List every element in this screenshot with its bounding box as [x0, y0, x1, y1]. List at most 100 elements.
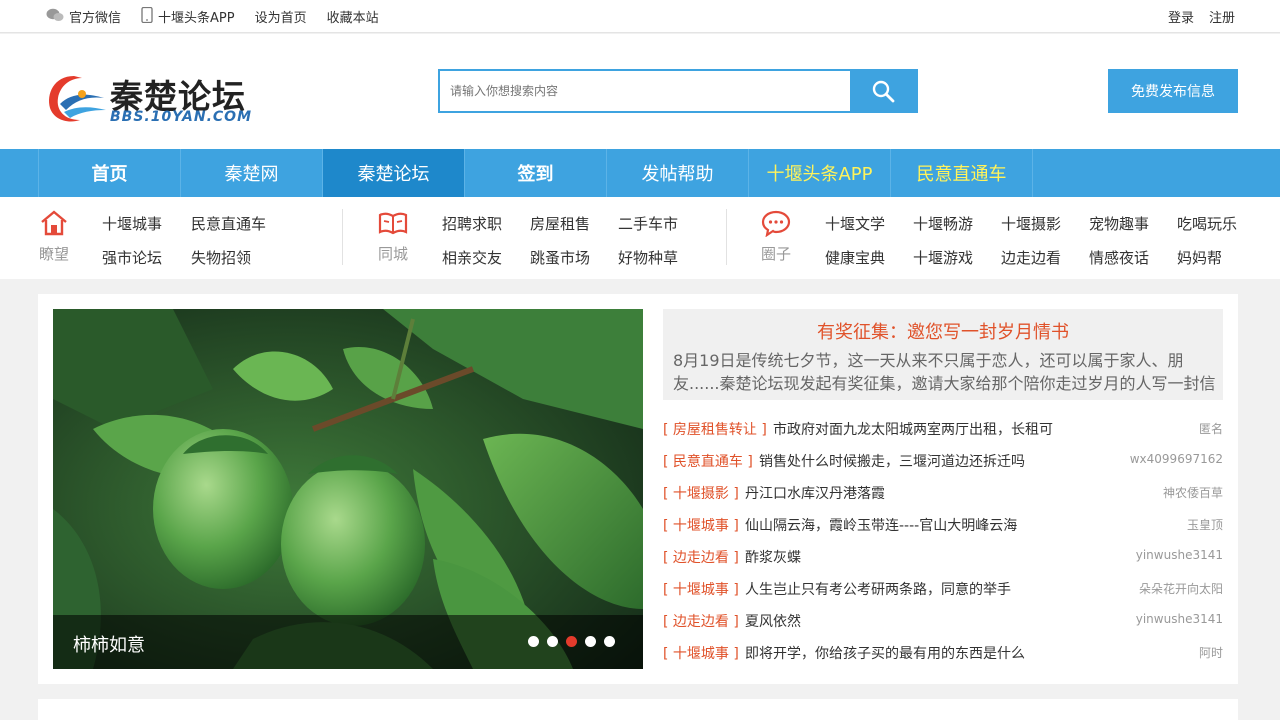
- link-food-fun[interactable]: 吃喝玩乐: [1177, 213, 1237, 234]
- carousel-dot[interactable]: [547, 636, 558, 647]
- wechat-link[interactable]: 官方微信: [46, 7, 121, 26]
- featured-post[interactable]: 有奖征集：邀您写一封岁月情书 8月19日是传统七夕节，这一天从来不只属于恋人，还…: [663, 309, 1223, 400]
- link-moms[interactable]: 妈妈帮: [1177, 247, 1222, 268]
- link-public-opinion[interactable]: 民意直通车: [191, 213, 266, 234]
- search-icon: [872, 80, 895, 103]
- bookmark-label: 收藏本站: [326, 11, 379, 26]
- link-housing[interactable]: 房屋租售: [530, 213, 590, 234]
- item-author[interactable]: wx4099697162: [1130, 452, 1223, 466]
- item-category[interactable]: [ 十堰城事 ]: [663, 579, 739, 599]
- list-item[interactable]: [ 房屋租售转让 ] 市政府对面九龙太阳城两室两厅出租，长租可 匿名: [663, 413, 1223, 445]
- nav-home[interactable]: 首页: [39, 149, 181, 197]
- item-author[interactable]: yinwushe3141: [1136, 612, 1223, 626]
- carousel-caption-bar: 柿柿如意: [53, 615, 643, 669]
- carousel-caption: 柿柿如意: [73, 635, 145, 656]
- carousel-dot[interactable]: [528, 636, 539, 647]
- lookout-category[interactable]: 瞭望: [34, 209, 74, 264]
- link-strong-city[interactable]: 强市论坛: [102, 247, 162, 268]
- list-item[interactable]: [ 边走边看 ] 夏风依然 yinwushe3141: [663, 605, 1223, 637]
- item-author[interactable]: 匿名: [1199, 420, 1223, 437]
- local-label: 同城: [377, 245, 408, 263]
- featured-title[interactable]: 有奖征集：邀您写一封岁月情书: [663, 318, 1223, 344]
- carousel-dot-active[interactable]: [566, 636, 577, 647]
- link-jobs[interactable]: 招聘求职: [442, 213, 502, 234]
- list-item[interactable]: [ 十堰摄影 ] 丹江口水库汉丹港落霞 神农倭百草: [663, 477, 1223, 509]
- link-pets[interactable]: 宠物趣事: [1089, 213, 1149, 234]
- local-category[interactable]: 同城: [373, 209, 413, 264]
- link-walk-see[interactable]: 边走边看: [1001, 247, 1061, 268]
- item-category[interactable]: [ 边走边看 ]: [663, 547, 739, 567]
- nav-public-opinion[interactable]: 民意直通车: [891, 149, 1033, 197]
- link-lost-found[interactable]: 失物招领: [191, 247, 251, 268]
- link-health[interactable]: 健康宝典: [825, 247, 885, 268]
- item-category[interactable]: [ 十堰城事 ]: [663, 515, 739, 535]
- book-icon: [378, 212, 408, 235]
- search-button[interactable]: [850, 71, 916, 111]
- link-games[interactable]: 十堰游戏: [913, 247, 973, 268]
- wechat-icon: [46, 8, 64, 26]
- image-carousel[interactable]: 柿柿如意: [53, 309, 643, 669]
- item-author[interactable]: 玉皇顶: [1187, 516, 1223, 533]
- item-author[interactable]: 朵朵花开向太阳: [1139, 580, 1223, 597]
- item-title[interactable]: 夏风依然: [745, 611, 801, 631]
- item-category[interactable]: [ 边走边看 ]: [663, 611, 739, 631]
- list-item[interactable]: [ 十堰城事 ] 仙山隔云海，霞岭玉带连----官山大明峰云海 玉皇顶: [663, 509, 1223, 541]
- item-title[interactable]: 丹江口水库汉丹港落霞: [745, 483, 885, 503]
- item-title[interactable]: 市政府对面九龙太阳城两室两厅出租，长租可: [773, 419, 1053, 439]
- link-recommend[interactable]: 好物种草: [618, 247, 678, 268]
- carousel-dot[interactable]: [585, 636, 596, 647]
- set-homepage-link[interactable]: 设为首页: [255, 7, 307, 26]
- list-item[interactable]: [ 民意直通车 ] 销售处什么时候搬走，三堰河道边还拆迁吗 wx4099697162: [663, 445, 1223, 477]
- nav-app[interactable]: 十堰头条APP: [749, 149, 891, 197]
- nav-signin[interactable]: 签到: [465, 149, 607, 197]
- link-used-cars[interactable]: 二手车市: [618, 213, 678, 234]
- item-author[interactable]: 阿时: [1199, 644, 1223, 661]
- news-list: [ 房屋租售转让 ] 市政府对面九龙太阳城两室两厅出租，长租可 匿名 [ 民意直通车…: [663, 413, 1223, 669]
- item-category[interactable]: [ 十堰摄影 ]: [663, 483, 739, 503]
- publish-button[interactable]: 免费发布信息: [1108, 69, 1238, 113]
- item-title[interactable]: 仙山隔云海，霞岭玉带连----官山大明峰云海: [745, 515, 1017, 535]
- phone-icon: [141, 6, 153, 27]
- register-link[interactable]: 注册: [1209, 7, 1235, 26]
- nav-qinchu-net[interactable]: 秦楚网: [181, 149, 323, 197]
- item-author[interactable]: yinwushe3141: [1136, 548, 1223, 562]
- bookmark-link[interactable]: 收藏本站: [327, 7, 379, 26]
- featured-desc: 8月19日是传统七夕节，这一天从来不只属于恋人，还可以属于家人、朋友......…: [673, 351, 1216, 393]
- app-label: 十堰头条APP: [158, 11, 235, 26]
- link-literature[interactable]: 十堰文学: [825, 213, 885, 234]
- login-link[interactable]: 登录: [1168, 7, 1194, 26]
- search-box: [438, 69, 918, 113]
- item-category[interactable]: [ 民意直通车 ]: [663, 451, 753, 471]
- divider: [726, 209, 727, 265]
- category-nav: 瞭望 十堰城事 民意直通车 强市论坛 失物招领 同城 招聘求职 房屋租售 二手车…: [0, 197, 1280, 279]
- carousel-dot[interactable]: [604, 636, 615, 647]
- link-photography[interactable]: 十堰摄影: [1001, 213, 1061, 234]
- site-logo[interactable]: 秦楚论坛 BBS.10YAN.COM: [44, 70, 264, 130]
- item-title[interactable]: 人生岂止只有考公考研两条路，同意的举手: [745, 579, 1011, 599]
- app-link[interactable]: 十堰头条APP: [141, 6, 235, 27]
- link-shiyan-city[interactable]: 十堰城事: [102, 213, 162, 234]
- link-emotions[interactable]: 情感夜话: [1089, 247, 1149, 268]
- search-input[interactable]: [440, 71, 850, 111]
- link-travel[interactable]: 十堰畅游: [913, 213, 973, 234]
- nav-forum[interactable]: 秦楚论坛: [323, 149, 465, 197]
- top-bar: 官方微信 十堰头条APP 设为首页 收藏本站 登录 注册: [0, 0, 1280, 33]
- nav-help[interactable]: 发帖帮助: [607, 149, 749, 197]
- logo-mark-icon: [49, 76, 106, 122]
- item-category[interactable]: [ 十堰城事 ]: [663, 643, 739, 663]
- link-dating[interactable]: 相亲交友: [442, 247, 502, 268]
- set-homepage-label: 设为首页: [254, 11, 307, 26]
- item-author[interactable]: 神农倭百草: [1163, 484, 1223, 501]
- list-item[interactable]: [ 十堰城事 ] 人生岂止只有考公考研两条路，同意的举手 朵朵花开向太阳: [663, 573, 1223, 605]
- circles-category[interactable]: 圈子: [756, 209, 796, 264]
- list-item[interactable]: [ 十堰城事 ] 即将开学，你给孩子买的最有用的东西是什么 阿时: [663, 637, 1223, 669]
- forum-stats-bar: [38, 699, 1238, 720]
- category-group-circles: 圈子 十堰文学 十堰畅游 十堰摄影 宠物趣事 吃喝玩乐 健康宝典 十堰游戏 边走…: [756, 197, 1246, 279]
- item-title[interactable]: 即将开学，你给孩子买的最有用的东西是什么: [745, 643, 1025, 663]
- item-title[interactable]: 酢浆灰蝶: [745, 547, 801, 567]
- item-title[interactable]: 销售处什么时候搬走，三堰河道边还拆迁吗: [759, 451, 1025, 471]
- chat-bubble-icon: [761, 210, 791, 238]
- link-flea-market[interactable]: 跳蚤市场: [530, 247, 590, 268]
- item-category[interactable]: [ 房屋租售转让 ]: [663, 419, 767, 439]
- list-item[interactable]: [ 边走边看 ] 酢浆灰蝶 yinwushe3141: [663, 541, 1223, 573]
